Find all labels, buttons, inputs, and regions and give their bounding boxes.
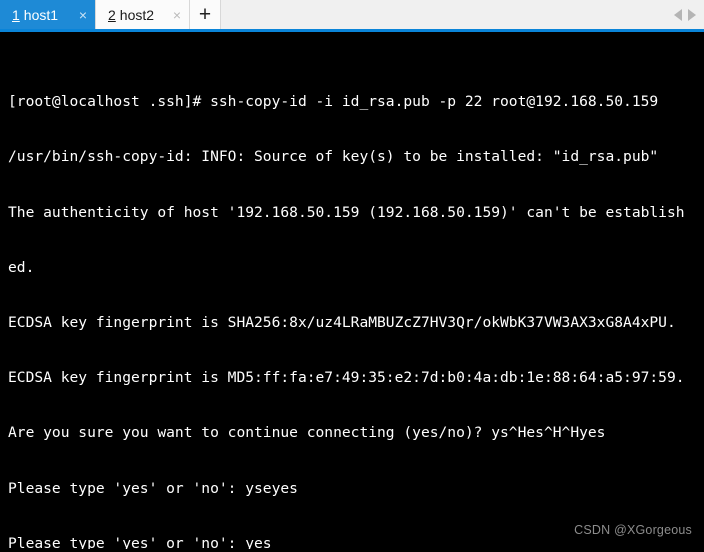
tab-scroll-controls <box>674 0 704 29</box>
close-icon[interactable]: × <box>173 8 181 22</box>
terminal-line: ECDSA key fingerprint is MD5:ff:fa:e7:49… <box>8 369 685 387</box>
new-tab-button[interactable]: + <box>190 0 221 29</box>
tab-host1-label: host1 <box>23 6 59 23</box>
tab-host2[interactable]: 2 host2 × <box>95 0 190 29</box>
terminal-line: [root@localhost .ssh]# ssh-copy-id -i id… <box>8 93 659 111</box>
tab-bar: 1 host1 × 2 host2 × + <box>0 0 704 32</box>
terminal-line: Please type 'yes' or 'no': yseyes <box>8 479 298 497</box>
tab-host1[interactable]: 1 host1 × <box>0 0 95 29</box>
terminal-line: ed. <box>8 258 35 276</box>
terminal-line: Are you sure you want to continue connec… <box>8 424 606 442</box>
chevron-right-icon[interactable] <box>688 8 696 21</box>
terminal-line: ECDSA key fingerprint is SHA256:8x/uz4LR… <box>8 314 676 332</box>
terminal-line: The authenticity of host '192.168.50.159… <box>8 203 685 221</box>
tab-host1-number: 1 <box>12 6 20 23</box>
chevron-left-icon[interactable] <box>674 8 682 21</box>
watermark: CSDN @XGorgeous <box>574 522 692 537</box>
terminal-line: /usr/bin/ssh-copy-id: INFO: Source of ke… <box>8 148 659 166</box>
close-icon[interactable]: × <box>79 8 87 22</box>
tab-host2-number: 2 <box>108 6 116 23</box>
tab-host2-label: host2 <box>119 6 155 23</box>
terminal-output[interactable]: [root@localhost .ssh]# ssh-copy-id -i id… <box>0 32 704 549</box>
tab-bar-filler <box>221 0 674 29</box>
